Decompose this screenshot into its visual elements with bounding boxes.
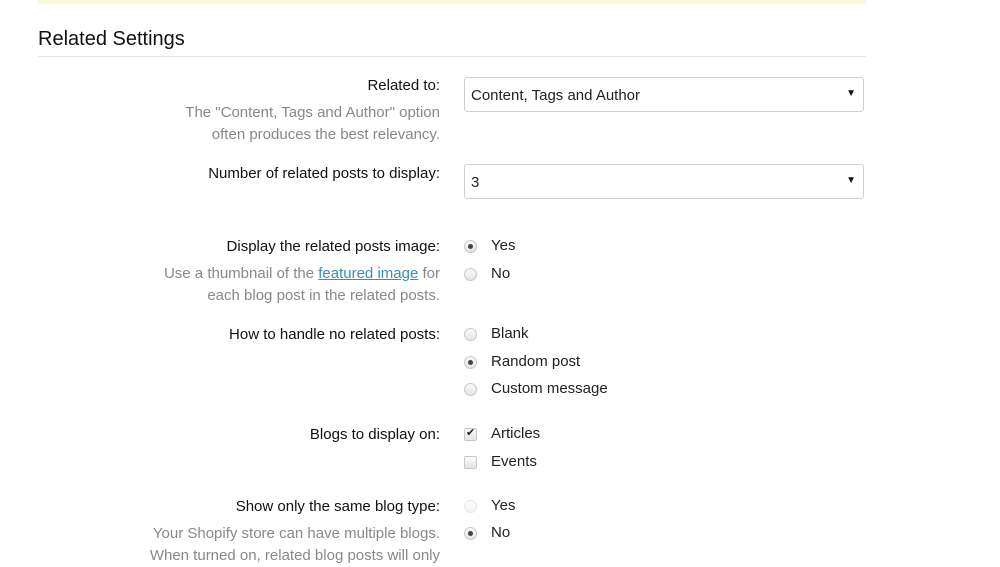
related-to-help-line2: often produces the best relevancy.: [211, 126, 440, 143]
option-label: Random post: [491, 353, 581, 370]
same-blog-type-help-line1: Your Shopify store can have multiple blo…: [152, 525, 440, 542]
related-to-help-line1: The "Content, Tags and Author" option: [185, 104, 440, 121]
option-label: Blank: [491, 325, 529, 342]
option-label: Events: [491, 453, 537, 470]
notice-bar: [38, 0, 866, 4]
blogs-display-label: Blogs to display on:: [309, 426, 440, 443]
display-image-help: Use a thumbnail of the featured image fo…: [164, 263, 440, 307]
featured-image-link[interactable]: featured image: [318, 265, 418, 282]
option-label: Custom message: [491, 380, 608, 397]
num-posts-select[interactable]: 3 ▼: [464, 164, 864, 199]
same-blog-type-help-line2: When turned on, related blog posts will …: [149, 547, 440, 564]
option-label: No: [491, 265, 511, 282]
display-image-help-line2: each blog post in the related posts.: [207, 287, 440, 304]
radio-yes[interactable]: [464, 500, 477, 513]
display-image-label: Display the related posts image:: [226, 238, 440, 255]
radio-custom[interactable]: [464, 383, 477, 396]
chevron-down-icon: ▼: [846, 88, 856, 99]
chevron-down-icon: ▼: [846, 175, 856, 186]
radio-no[interactable]: [464, 268, 477, 281]
option-label: No: [491, 524, 511, 541]
radio-blank[interactable]: [464, 328, 477, 341]
radio-no[interactable]: [464, 527, 477, 540]
no-related-label: How to handle no related posts:: [229, 326, 440, 343]
option-label: Yes: [491, 237, 516, 254]
same-blog-type-help: Your Shopify store can have multiple blo…: [150, 523, 440, 567]
option-label: Yes: [491, 497, 516, 514]
num-posts-value: 3: [471, 174, 480, 191]
section-title: Related Settings: [38, 28, 185, 50]
radio-yes[interactable]: [464, 240, 477, 253]
num-posts-label: Number of related posts to display:: [208, 165, 440, 182]
related-to-value: Content, Tags and Author: [471, 87, 641, 104]
related-to-help: The "Content, Tags and Author" option of…: [185, 102, 440, 146]
checkbox-articles[interactable]: [464, 426, 477, 441]
option-label: Articles: [491, 425, 541, 442]
related-to-label: Related to:: [367, 77, 440, 94]
help-text: for: [418, 265, 440, 282]
same-blog-type-label: Show only the same blog type:: [235, 498, 440, 515]
radio-random[interactable]: [464, 356, 477, 369]
section-divider: [38, 56, 866, 57]
checkbox-events[interactable]: [464, 456, 477, 469]
related-to-select[interactable]: Content, Tags and Author ▼: [464, 77, 864, 112]
help-text: Use a thumbnail of the: [163, 265, 319, 282]
